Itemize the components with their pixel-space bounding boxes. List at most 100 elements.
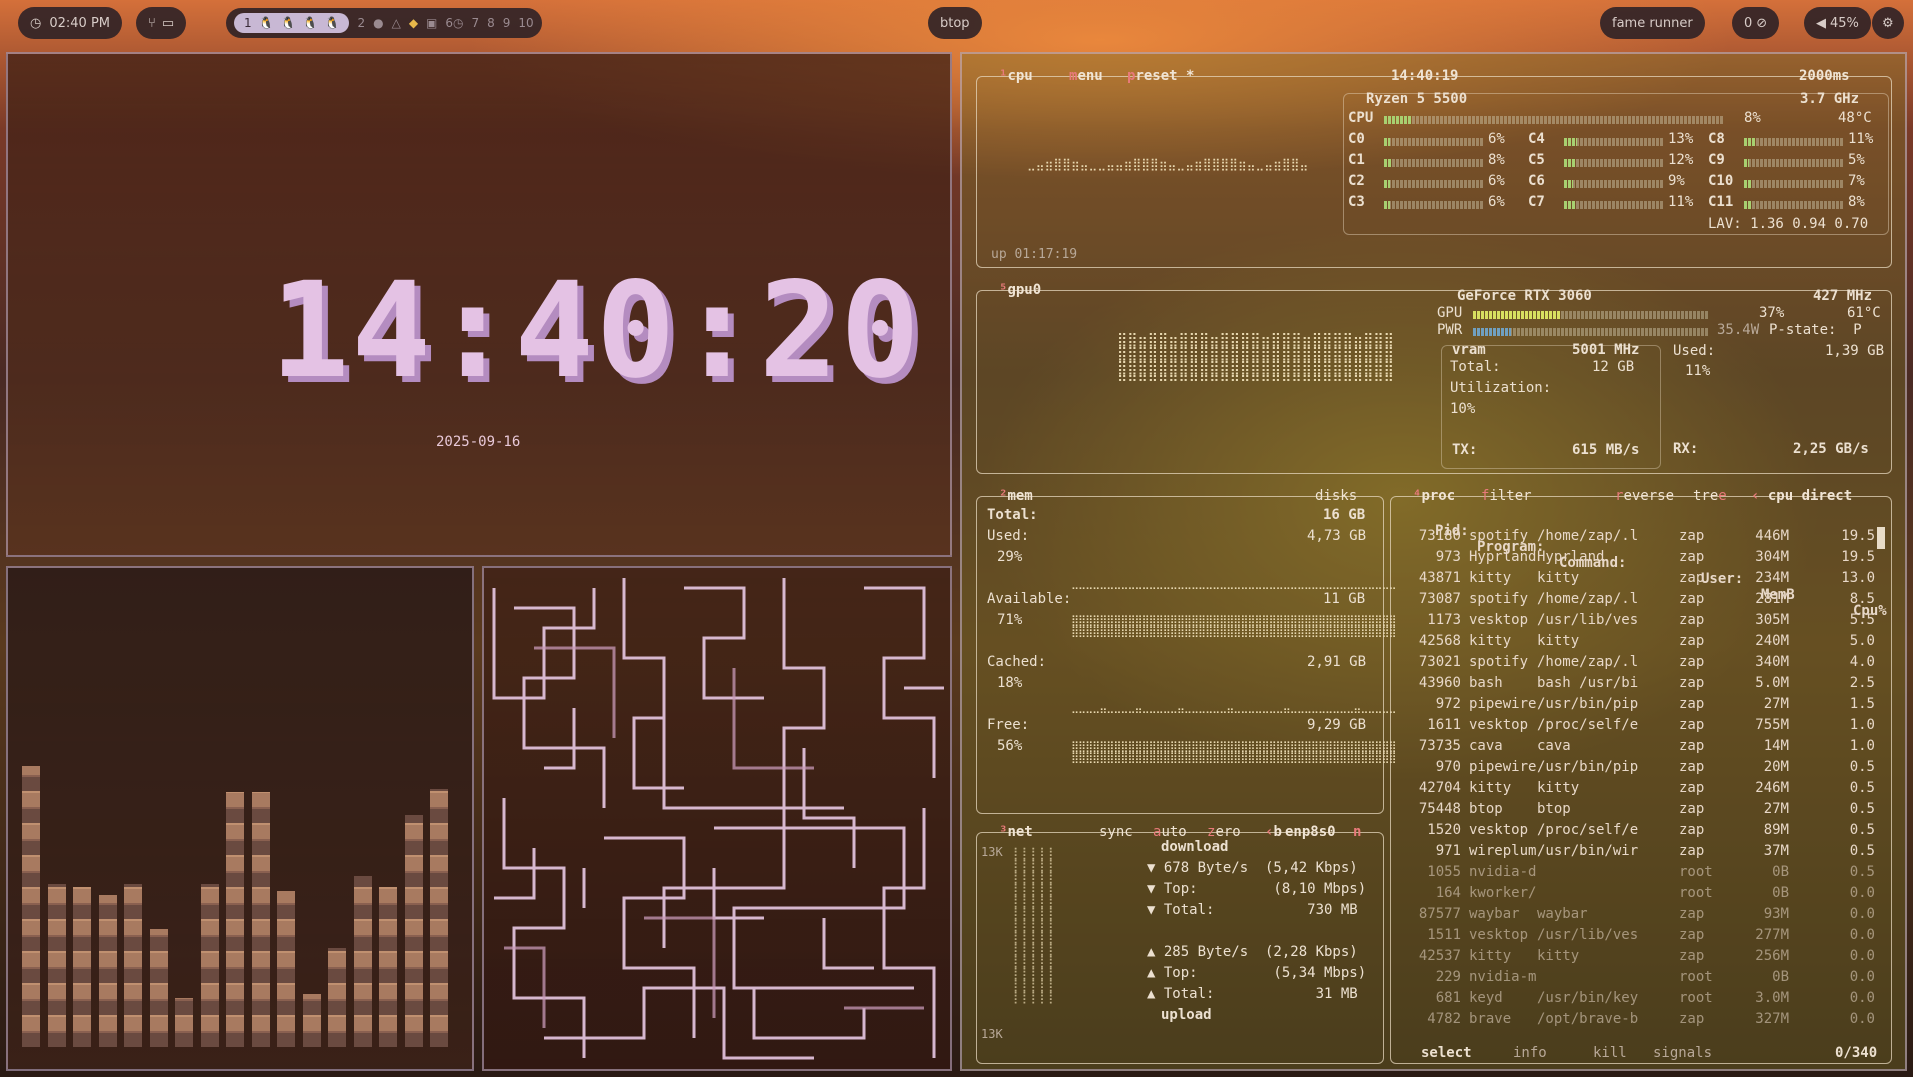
proc-sort[interactable]: ‹ cpu direct bbox=[1749, 488, 1854, 504]
proc-cpu: 0.0 bbox=[1849, 906, 1875, 922]
workspace-2[interactable]: 2 bbox=[357, 16, 365, 30]
proc-user: zap bbox=[1679, 780, 1705, 796]
net-sync[interactable]: sync bbox=[1097, 824, 1135, 840]
workspace-7[interactable]: 7 bbox=[472, 16, 480, 30]
proc-row[interactable]: 4782 brave/opt/brave-b zap 327M 0.0 bbox=[1391, 1011, 1875, 1031]
net-prev[interactable]: ‹b bbox=[1263, 824, 1284, 840]
proc-cpu: 0.0 bbox=[1849, 948, 1875, 964]
proc-tree[interactable]: tree bbox=[1691, 488, 1729, 504]
shield-icon[interactable]: ◆ bbox=[409, 16, 418, 30]
clock-widget[interactable]: ◷ 02:40 PM bbox=[18, 7, 122, 39]
tab-net[interactable]: ³net bbox=[997, 824, 1035, 840]
proc-row[interactable]: 42704 kitty kitty zap 246M 0.5 bbox=[1391, 780, 1875, 800]
proc-row[interactable]: 1520 vesktop/proc/self/e zap 89M 0.5 bbox=[1391, 822, 1875, 842]
proc-user: zap bbox=[1679, 654, 1705, 670]
proc-row[interactable]: 42537 kitty kitty zap 256M 0.0 bbox=[1391, 948, 1875, 968]
net-auto[interactable]: auto bbox=[1151, 824, 1189, 840]
core-pct: 6% bbox=[1488, 131, 1505, 147]
workspace-10[interactable]: 10 bbox=[518, 16, 533, 30]
net-next[interactable]: n bbox=[1351, 824, 1363, 840]
proc-row[interactable]: 973 Hyprland Hyprland zap 304M 19.5 bbox=[1391, 549, 1875, 569]
workspace-3-icon[interactable]: △ bbox=[392, 16, 401, 30]
net-interface[interactable]: enp8s0 bbox=[1283, 824, 1338, 840]
cpu-graph: ⣀⣤⣶⣿⣿⣶⣤⣀⣀⣤⣤⣶⣿⣿⣿⣶⣤⣀⣤⣶⣿⣿⣿⣿⣶⣤⣀⣤⣶⣿⣿⣤ bbox=[1027, 157, 1309, 171]
mem-cached: 2,91 GB bbox=[1307, 654, 1367, 670]
proc-row[interactable]: 73021 spotify/home/zap/.l zap 340M 4.0 bbox=[1391, 654, 1875, 674]
btop-window[interactable]: ¹cpu menu preset * 14:40:19 2000ms ⣀⣤⣶⣿⣿… bbox=[960, 52, 1907, 1071]
network-icon[interactable]: ⑂ bbox=[148, 16, 156, 31]
tab-proc[interactable]: ⁴proc bbox=[1411, 488, 1457, 504]
discord-icon[interactable]: ▣ bbox=[426, 16, 437, 30]
proc-row[interactable]: 75448 btop btop zap 27M 0.5 bbox=[1391, 801, 1875, 821]
proc-row[interactable]: 73735 cava cava zap 14M 1.0 bbox=[1391, 738, 1875, 758]
tab-cpu[interactable]: ¹cpu bbox=[997, 68, 1035, 84]
cava-window[interactable] bbox=[6, 566, 474, 1071]
proc-pid: 4782 bbox=[1427, 1011, 1461, 1027]
proc-command: bash /usr/bi bbox=[1537, 675, 1639, 691]
proc-row[interactable]: 1173 vesktop/usr/lib/ves zap 305M 5.5 bbox=[1391, 612, 1875, 632]
update-interval[interactable]: 2000ms bbox=[1797, 68, 1852, 84]
select-button[interactable]: select bbox=[1421, 1045, 1472, 1061]
proc-pid: 229 bbox=[1435, 969, 1461, 985]
core-pct: 8% bbox=[1488, 152, 1505, 168]
proc-row[interactable]: 164 kworker/root 0B 0.0 bbox=[1391, 885, 1875, 905]
tab-gpu[interactable]: ⁵gpu0 bbox=[997, 282, 1043, 298]
pipes-window[interactable] bbox=[482, 566, 952, 1071]
proc-command: kitty bbox=[1537, 948, 1580, 964]
system-tray-left[interactable]: ⑂ ▭ bbox=[136, 7, 187, 39]
power-button[interactable]: ⚙ bbox=[1872, 7, 1904, 39]
tab-mem[interactable]: ²mem bbox=[997, 488, 1035, 504]
proc-row[interactable]: 971 wireplum/usr/bin/wir zap 37M 0.5 bbox=[1391, 843, 1875, 863]
proc-row[interactable]: 229 nvidia-m root 0B 0.0 bbox=[1391, 969, 1875, 989]
tab-preset[interactable]: preset * bbox=[1125, 68, 1196, 84]
proc-program: btop bbox=[1469, 801, 1503, 817]
proc-row[interactable]: 970 pipewire/usr/bin/pip zap 20M 0.5 bbox=[1391, 759, 1875, 779]
workspace-1-app-icon[interactable]: 🐧 bbox=[325, 16, 340, 30]
clock-window[interactable]: 14:40:20 2025-09-16 bbox=[6, 52, 952, 557]
visualizer-bar bbox=[175, 997, 193, 1047]
vram-box: vram 5001 MHz Total: 12 GB Utilization: … bbox=[1441, 342, 1661, 469]
info-button[interactable]: info bbox=[1513, 1045, 1547, 1061]
volume-widget[interactable]: ◀ 45% bbox=[1804, 7, 1871, 39]
proc-row[interactable]: 1055 nvidia-d root 0B 0.5 bbox=[1391, 864, 1875, 884]
proc-row[interactable]: 1611 vesktop/proc/self/e zap 755M 1.0 bbox=[1391, 717, 1875, 737]
proc-row[interactable]: 1511 vesktop/usr/lib/ves zap 277M 0.0 bbox=[1391, 927, 1875, 947]
visualizer-bar bbox=[379, 887, 397, 1047]
media-widget[interactable]: fame runner bbox=[1600, 7, 1705, 39]
workspace-9[interactable]: 9 bbox=[503, 16, 511, 30]
proc-row[interactable]: 43960 bash bash /usr/bi zap 5.0M 2.5 bbox=[1391, 675, 1875, 695]
workspace-active[interactable]: 1 🐧 🐧 🐧 🐧 bbox=[234, 13, 350, 33]
proc-row[interactable]: 73180 spotify/home/zap/.l zap 446M 19.5 bbox=[1391, 528, 1875, 548]
proc-filter[interactable]: filter bbox=[1479, 488, 1534, 504]
workspace-1-app-icon[interactable]: 🐧 bbox=[281, 16, 296, 30]
proc-reverse[interactable]: reverse bbox=[1613, 488, 1676, 504]
proc-row[interactable]: 43871 kitty kitty zap 234M 13.0 bbox=[1391, 570, 1875, 590]
kill-button[interactable]: kill bbox=[1593, 1045, 1627, 1061]
proc-cpu: 8.5 bbox=[1849, 591, 1875, 607]
monitor-icon[interactable]: ▭ bbox=[162, 16, 174, 31]
rx-label: RX: bbox=[1673, 441, 1699, 457]
proc-cpu: 5.0 bbox=[1849, 633, 1875, 649]
proc-mem: 27M bbox=[1763, 801, 1789, 817]
proc-row[interactable]: 73087 spotify/home/zap/.l zap 281M 8.5 bbox=[1391, 591, 1875, 611]
proc-row[interactable]: 87577 waybar waybar zap 93M 0.0 bbox=[1391, 906, 1875, 926]
proc-program: wireplum bbox=[1469, 843, 1537, 859]
proc-row[interactable]: 681 keyd/usr/bin/key root 3.0M 0.0 bbox=[1391, 990, 1875, 1010]
notification-widget[interactable]: 0 ⊘ bbox=[1732, 7, 1780, 39]
workspace-1-app-icon[interactable]: 🐧 bbox=[303, 16, 318, 30]
net-zero[interactable]: zero bbox=[1205, 824, 1243, 840]
proc-scrollbar[interactable] bbox=[1877, 527, 1885, 549]
signals-button[interactable]: signals bbox=[1653, 1045, 1712, 1061]
workspace-8[interactable]: 8 bbox=[487, 16, 495, 30]
workspace-1-app-icon[interactable]: 🐧 bbox=[259, 16, 274, 30]
vram-total: 12 GB bbox=[1592, 359, 1635, 375]
tab-menu[interactable]: menu bbox=[1067, 68, 1105, 84]
tab-disks[interactable]: disks bbox=[1313, 488, 1359, 504]
proc-row[interactable]: 972 pipewire/usr/bin/pip zap 27M 1.5 bbox=[1391, 696, 1875, 716]
workspace-6[interactable]: 6◷ bbox=[445, 16, 463, 30]
proc-program: pipewire bbox=[1469, 696, 1537, 712]
proc-row[interactable]: 42568 kitty kitty zap 240M 5.0 bbox=[1391, 633, 1875, 653]
workspace-1[interactable]: 1 bbox=[244, 16, 252, 30]
proc-pid: 164 bbox=[1435, 885, 1461, 901]
proc-cpu: 0.5 bbox=[1849, 801, 1875, 817]
